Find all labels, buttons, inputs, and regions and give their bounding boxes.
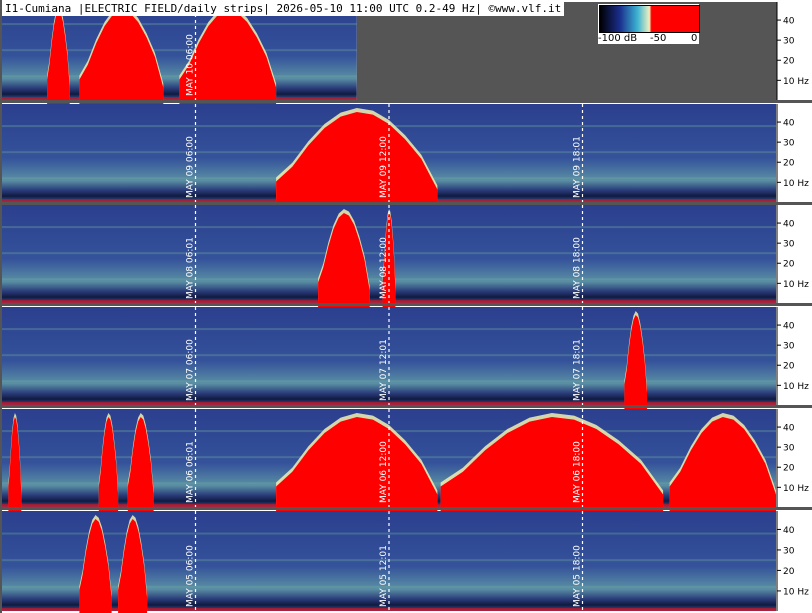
strip-0-empty-region	[356, 2, 777, 100]
strip-3-marker-label: MAY 07 18:01	[573, 339, 583, 401]
strip-3-y-tick-label: 20	[783, 362, 795, 372]
strip-5-noise-band	[2, 532, 776, 535]
strip-2-y-tick-label: 40	[783, 220, 795, 230]
colorbar-label-max: 0	[691, 33, 698, 44]
chart-title: I1-Cumiana |ELECTRIC FIELD/daily strips|…	[2, 1, 565, 16]
strip-0-divider	[0, 100, 812, 103]
strip-3-divider	[0, 405, 812, 408]
strip-1-y-tick-label: 20	[783, 159, 795, 169]
left-border	[0, 0, 2, 613]
strip-5-y-tick-label: 40	[783, 526, 795, 536]
colorbar-gradient	[599, 5, 700, 33]
strip-4-y-tick-label: 30	[783, 444, 795, 454]
strip-1-y-tick-label: 40	[783, 119, 795, 129]
strip-3-noise-band	[2, 328, 776, 331]
strip-5-marker-label: MAY 05 18:00	[573, 545, 583, 607]
strip-1-marker-label: MAY 09 12:00	[379, 136, 389, 198]
strip-5-marker-label: MAY 05 06:00	[186, 545, 196, 607]
colorbar: -100 dB -50 0	[598, 4, 700, 44]
strip-1-y-tick-label: 30	[783, 139, 795, 149]
strip-0-y-tick-label: 40	[783, 17, 795, 27]
strip-0-y-tick-label: 30	[783, 37, 795, 47]
strip-2-marker-label: MAY 08 18:00	[573, 237, 583, 299]
strip-4-marker-label: MAY 06 06:01	[186, 441, 196, 503]
strip-2-y-tick-label: 10 Hz	[783, 280, 809, 290]
strip-4-y-tick-label: 20	[783, 464, 795, 474]
strip-0-marker-label: MAY 10 06:00	[186, 34, 196, 96]
strip-3-y-tick-label: 40	[783, 322, 795, 332]
strip-0-baseline	[2, 97, 357, 100]
strip-5-y-tick-label: 10 Hz	[783, 587, 809, 597]
strip-0-y-tick-label: 10 Hz	[783, 77, 809, 87]
strip-3-marker-label: MAY 07 12:01	[379, 339, 389, 401]
strip-5-y-tick-label: 30	[783, 546, 795, 556]
strip-3-y-tick-label: 30	[783, 342, 795, 352]
strip-5-y-tick-label: 20	[783, 567, 795, 577]
strip-3-marker-label: MAY 07 06:00	[186, 339, 196, 401]
strip-2-marker-label: MAY 08 12:00	[379, 237, 389, 299]
strip-4-marker-label: MAY 06 12:00	[379, 441, 389, 503]
strip-2-divider	[0, 303, 812, 306]
colorbar-label-min: -100 dB	[598, 33, 638, 44]
strip-1-divider	[0, 202, 812, 205]
strip-2-marker-label: MAY 08 06:01	[186, 237, 196, 299]
strip-4-divider	[0, 507, 812, 510]
strip-4-marker-label: MAY 06 18:00	[573, 441, 583, 503]
strip-2-y-tick-label: 30	[783, 240, 795, 250]
strip-4-y-tick-label: 10 Hz	[783, 484, 809, 494]
strip-1-y-tick-label: 10 Hz	[783, 179, 809, 189]
strip-1-marker-label: MAY 09 18:01	[573, 136, 583, 198]
strip-1-marker-label: MAY 09 06:00	[186, 136, 196, 198]
strip-0-y-tick-label: 20	[783, 57, 795, 67]
spectrogram-chart: MAY 10 06:00 40 30 20 10 Hz MAY 09 06:00 MAY 0…	[0, 0, 812, 613]
strip-3-y-tick-label: 10 Hz	[783, 382, 809, 392]
strip-4-y-tick-label: 40	[783, 424, 795, 434]
strip-5-marker-label: MAY 05 12:01	[379, 545, 389, 607]
colorbar-label-mid: -50	[650, 33, 667, 44]
strip-2-y-tick-label: 20	[783, 260, 795, 270]
